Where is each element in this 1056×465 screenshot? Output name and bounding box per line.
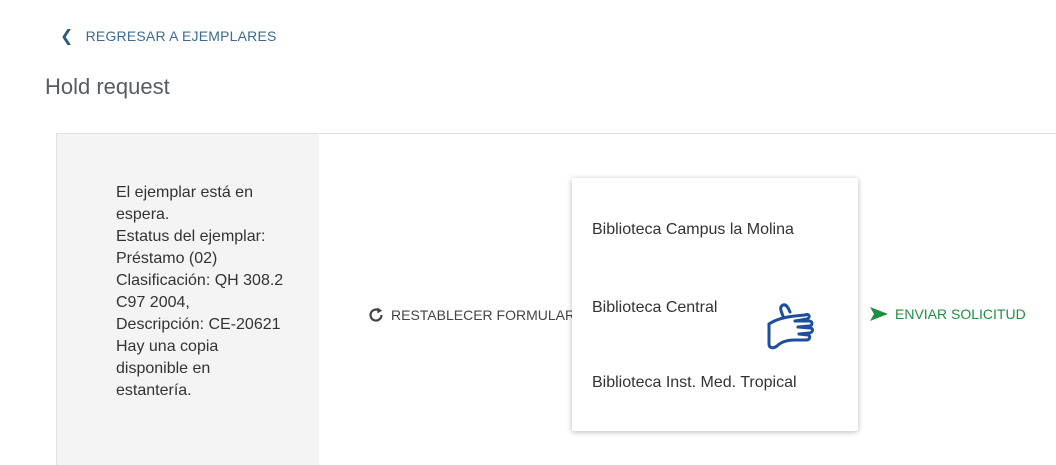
reset-form-label: RESTABLECER FORMULARIO xyxy=(391,307,573,323)
refresh-icon xyxy=(369,307,383,322)
send-request-button[interactable]: ENVIAR SOLICITUD xyxy=(869,306,1026,322)
item-info-line: Estatus del ejemplar: xyxy=(116,228,266,245)
item-info-line: Préstamo (02) xyxy=(116,250,218,267)
back-link-label: REGRESAR A EJEMPLARES xyxy=(85,28,277,44)
item-info-line: estantería. xyxy=(116,382,192,399)
back-to-items-link[interactable]: ❮ REGRESAR A EJEMPLARES xyxy=(60,26,277,46)
send-arrow-icon xyxy=(870,307,888,321)
pickup-option-campus-la-molina[interactable]: Biblioteca Campus la Molina xyxy=(592,221,842,239)
item-info-line: C97 2004, xyxy=(116,294,190,311)
pickup-option-inst-med-tropical[interactable]: Biblioteca Inst. Med. Tropical xyxy=(592,374,842,392)
item-info-line: disponible en xyxy=(116,360,211,377)
hand-pointer-icon xyxy=(767,303,814,350)
item-info-line: Hay una copia xyxy=(116,338,219,355)
item-info-line: Clasificación: QH 308.2 xyxy=(116,272,284,289)
send-request-label: ENVIAR SOLICITUD xyxy=(895,306,1026,322)
item-info-text: El ejemplar está en espera. Estatus del … xyxy=(116,182,306,402)
item-info-line: espera. xyxy=(116,206,170,223)
page-title: Hold request xyxy=(45,74,170,99)
chevron-left-icon: ❮ xyxy=(60,28,74,45)
item-info-line: Descripción: CE-20621 xyxy=(116,316,281,333)
hold-request-page: ❮ REGRESAR A EJEMPLARES Hold request El … xyxy=(0,0,1056,465)
item-info-line: El ejemplar está en xyxy=(116,184,253,201)
reset-form-button[interactable]: RESTABLECER FORMULARIO xyxy=(367,306,573,324)
